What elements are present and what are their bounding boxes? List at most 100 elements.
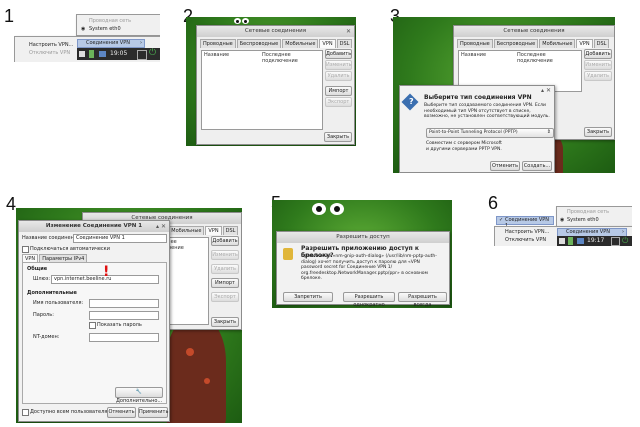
deny-button[interactable]: Запретить [283, 292, 333, 302]
add-button[interactable]: Добавить [211, 236, 239, 246]
close-icon[interactable]: ✕ [346, 28, 351, 35]
advanced-label: Дополнительно... [116, 398, 163, 404]
dialog-title: Разрешить доступ [336, 234, 390, 240]
menu-item-system-eth0[interactable]: System eth0 [567, 217, 599, 223]
nt-domain-field[interactable] [89, 333, 159, 342]
password-label: Пароль: [33, 312, 54, 318]
power-icon[interactable]: ⏻ [622, 236, 628, 245]
export-button[interactable]: Экспорт [211, 292, 239, 302]
menu-item-disconnect-vpn[interactable]: Отключить VPN [29, 50, 70, 56]
create-button[interactable]: Создать... [522, 161, 552, 171]
cancel-button[interactable]: Отменить [107, 407, 136, 418]
menu-item-configure-vpn[interactable]: Настроить VPN... [29, 42, 73, 48]
cancel-button[interactable]: Отменить [490, 161, 520, 171]
dialog-heading: Выберите тип соединения VPN [424, 94, 532, 101]
edit-button[interactable]: Изменить [584, 60, 612, 70]
column-last-used[interactable]: Последнее подключение [262, 52, 322, 64]
chevron-right-icon: › [140, 40, 142, 46]
delete-button[interactable]: Удалить [211, 264, 239, 274]
menu-item-system-eth0[interactable]: System eth0 [89, 26, 121, 32]
delete-button[interactable]: Удалить [584, 71, 612, 81]
power-icon[interactable]: ⏻ [149, 49, 156, 58]
chevron-right-icon: › [622, 229, 624, 235]
network-submenu: Проводная сеть ◉ System eth0 [76, 14, 160, 36]
clock-text[interactable]: 19:17 [587, 237, 604, 244]
tab-wireless[interactable]: Беспроводные [236, 39, 282, 48]
network-icon[interactable] [79, 51, 85, 57]
creature-eye-icon [330, 203, 344, 215]
edit-button[interactable]: Изменить [325, 60, 352, 70]
tab-mobile[interactable]: Мобильные [282, 39, 319, 48]
window-title: Сетевые соединения [503, 28, 565, 34]
step-number-1: 1 [4, 6, 15, 26]
clock-text[interactable]: 19:05 [110, 50, 127, 57]
network-icon[interactable] [559, 238, 565, 244]
radio-icon: ◉ [81, 26, 86, 32]
menu-item-disconnect-vpn[interactable]: Отключить VPN [505, 237, 546, 243]
vpn-type-select[interactable]: Point-to-Point Tunneling Protocol (PPTP)… [426, 128, 554, 138]
edit-button[interactable]: Изменить [211, 250, 239, 260]
allow-always-button[interactable]: Разрешить всегда [398, 292, 447, 308]
battery-icon[interactable] [89, 50, 94, 58]
add-button[interactable]: Добавить [584, 49, 612, 59]
column-last-used[interactable]: Последнее подключение [517, 52, 581, 64]
network-connections-window: Сетевые соединения ✕ Проводные Беспровод… [196, 25, 355, 145]
close-icon[interactable]: ✕ [161, 223, 166, 230]
conn-name-field[interactable]: Соединение VPN 1 [73, 234, 167, 243]
tree-spot [204, 378, 210, 384]
tab-dsl[interactable]: DSL [593, 39, 610, 48]
attention-mark: ! [103, 264, 110, 280]
menu-item-configure-vpn[interactable]: Настроить VPN... [505, 229, 549, 235]
creature-eye-icon [312, 203, 326, 215]
advanced-button[interactable]: 🔧 Дополнительно... [115, 387, 163, 404]
close-button[interactable]: Закрыть [211, 317, 239, 327]
check-icon: ✓ [499, 217, 504, 223]
tab-wired[interactable]: Проводные [457, 39, 493, 48]
panel-step-3: Сетевые соединения Проводные Беспроводны… [393, 17, 615, 173]
close-button[interactable]: Закрыть [324, 132, 352, 142]
minimize-icon[interactable]: ▴ [156, 223, 159, 230]
column-name[interactable]: Название [204, 52, 229, 58]
battery-icon[interactable] [568, 237, 573, 245]
menu-item-vpn-connections[interactable]: Соединения VPN › [77, 39, 145, 48]
show-password-checkbox[interactable] [89, 322, 96, 329]
monitor-icon[interactable] [99, 51, 106, 57]
import-button[interactable]: Импорт [211, 278, 239, 288]
password-field[interactable] [89, 311, 159, 320]
window-icon[interactable] [611, 237, 620, 246]
menu-item-vpn-conn-1[interactable]: ✓ Соединение VPN 1 [496, 216, 554, 229]
add-button[interactable]: Добавить [325, 49, 352, 59]
close-button[interactable]: Закрыть [584, 127, 612, 137]
window-titlebar: Сетевые соединения ✕ [197, 26, 354, 37]
import-button[interactable]: Импорт [325, 86, 352, 96]
close-icon[interactable]: ✕ [546, 87, 551, 94]
username-field[interactable] [89, 299, 159, 308]
chevron-updown-icon: ⇕ [546, 129, 551, 135]
tab-vpn[interactable]: VPN [576, 39, 593, 48]
dialog-description: Приложение «nm-gnip-auth-dialog» (/usr/l… [301, 254, 437, 281]
connections-list[interactable]: Название Последнее подключение [201, 50, 323, 130]
delete-button[interactable]: Удалить [325, 71, 352, 81]
tab-mobile[interactable]: Мобильные [539, 39, 576, 48]
minimize-icon[interactable]: ▴ [541, 87, 544, 94]
tab-wireless[interactable]: Беспроводные [493, 39, 539, 48]
vpn-connections-label: Соединения VPN [86, 40, 130, 46]
tab-vpn[interactable]: VPN [319, 39, 336, 48]
export-button[interactable]: Экспорт [325, 97, 352, 107]
column-name[interactable]: Название [461, 52, 486, 58]
tab-vpn[interactable]: VPN [205, 226, 222, 235]
all-users-checkbox[interactable] [22, 409, 29, 416]
autoconnect-checkbox[interactable] [22, 246, 29, 253]
allow-once-button[interactable]: Разрешить однократно [343, 292, 395, 308]
creature-eye-icon [234, 18, 241, 24]
tab-mobile[interactable]: Мобильные [168, 226, 205, 235]
tab-dsl[interactable]: DSL [336, 39, 353, 48]
dialog-titlebar: Изменение Соединение VPN 1 ▴ ✕ [19, 221, 169, 232]
tab-wired[interactable]: Проводные [200, 39, 236, 48]
apply-button[interactable]: Применить [138, 407, 168, 418]
monitor-icon[interactable] [577, 238, 584, 244]
window-icon[interactable] [137, 50, 147, 60]
submenu-header: Проводная сеть [567, 209, 610, 215]
tab-dsl[interactable]: DSL [222, 226, 239, 235]
edit-vpn-dialog: Изменение Соединение VPN 1 ▴ ✕ Название … [18, 220, 170, 422]
